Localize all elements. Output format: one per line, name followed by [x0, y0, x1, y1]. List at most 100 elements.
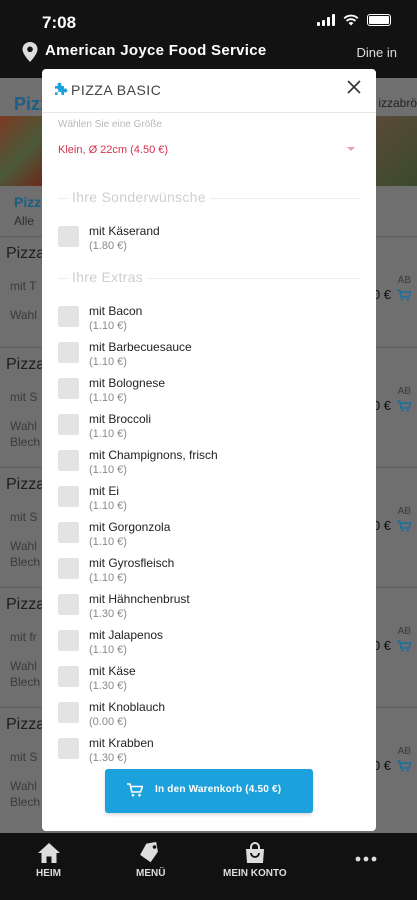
extra-option[interactable]: mit Hähnchenbrust (1.30 €) — [58, 592, 358, 626]
status-bar: 7:08 — [0, 0, 417, 40]
close-icon[interactable] — [346, 79, 362, 95]
add-to-cart-button[interactable]: In den Warenkorb (4.50 €) — [105, 769, 313, 813]
cart-icon[interactable] — [397, 640, 411, 652]
section-extras: Ihre Extras — [58, 269, 360, 289]
bg-row-desc: mit S — [10, 510, 38, 524]
chevron-down-icon — [347, 147, 355, 151]
restaurant-name: American Joyce Food Service — [45, 42, 267, 59]
option-name: mit Knoblauch — [89, 700, 166, 714]
home-icon — [37, 843, 60, 863]
option-name: mit Jalapenos — [89, 628, 164, 642]
add-to-cart-label: In den Warenkorb (4.50 €) — [155, 784, 282, 795]
cart-icon[interactable] — [397, 760, 411, 772]
extra-option[interactable]: mit Jalapenos (1.10 €) — [58, 628, 358, 662]
bg-row-ab: AB — [397, 275, 411, 286]
signal-icon — [317, 14, 335, 26]
option-name: mit Bacon — [89, 304, 143, 318]
extra-option[interactable]: mit Gorgonzola (1.10 €) — [58, 520, 358, 554]
cart-icon[interactable] — [397, 400, 411, 412]
cart-icon[interactable] — [397, 289, 411, 301]
size-select-value: Klein, Ø 22cm (4.50 €) — [58, 144, 169, 156]
dine-mode-toggle[interactable]: Dine in — [357, 45, 397, 60]
status-icons — [317, 14, 391, 26]
shopping-bag-icon — [245, 842, 264, 863]
bg-row-desc: mit S — [10, 390, 38, 404]
tab-menu[interactable]: MENÜ — [136, 842, 165, 879]
battery-icon — [367, 14, 391, 26]
bg-row-name: Pizza — [6, 596, 46, 613]
wifi-icon — [343, 14, 359, 26]
extra-option[interactable]: mit Broccoli (1.10 €) — [58, 412, 358, 446]
checkbox[interactable] — [58, 630, 79, 651]
checkbox[interactable] — [58, 414, 79, 435]
option-price: (1.80 €) — [89, 240, 127, 252]
checkbox[interactable] — [58, 378, 79, 399]
bg-row-name: Pizza — [6, 716, 46, 733]
option-price: (1.30 €) — [89, 608, 127, 620]
bg-row-desc2: Wahl Blech — [10, 779, 41, 809]
section-title: Ihre Extras — [68, 269, 147, 285]
bg-pizza-image — [0, 116, 42, 186]
option-price: (0.00 €) — [89, 716, 127, 728]
checkbox[interactable] — [58, 558, 79, 579]
bg-row-name: Pizza — [6, 476, 46, 493]
option-price: (1.10 €) — [89, 464, 127, 476]
extra-option[interactable]: mit Champignons, frisch (1.10 €) — [58, 448, 358, 482]
bg-row-desc: mit T — [10, 279, 37, 293]
checkbox[interactable] — [58, 594, 79, 615]
checkbox[interactable] — [58, 666, 79, 687]
checkbox[interactable] — [58, 702, 79, 723]
tab-account-label: MEIN KONTO — [223, 868, 287, 879]
checkbox[interactable] — [58, 450, 79, 471]
size-label: Wählen Sie eine Größe — [58, 119, 162, 130]
bg-row-ab: AB — [397, 386, 411, 397]
option-name: mit Barbecuesauce — [89, 340, 192, 354]
cart-icon[interactable] — [397, 520, 411, 532]
option-price: (1.10 €) — [89, 356, 127, 368]
bg-row-desc2: Wahl Blech — [10, 419, 41, 449]
option-kaeserand[interactable]: mit Käserand (1.80 €) — [58, 224, 358, 258]
checkbox[interactable] — [58, 738, 79, 759]
option-name: mit Krabben — [89, 736, 154, 750]
modal-header: PIZZA BASIC — [42, 69, 376, 113]
checkbox[interactable] — [58, 342, 79, 363]
extra-option[interactable]: mit Krabben (1.30 €) — [58, 736, 358, 770]
extra-option[interactable]: mit Barbecuesauce (1.10 €) — [58, 340, 358, 374]
tab-home[interactable]: HEIM — [36, 842, 61, 879]
checkbox[interactable] — [58, 306, 79, 327]
bg-row-desc2: Wahl Blech — [10, 659, 41, 689]
location-pin-icon — [22, 42, 38, 62]
checkbox[interactable] — [58, 522, 79, 543]
option-price: (1.10 €) — [89, 392, 127, 404]
extra-option[interactable]: mit Käse (1.30 €) — [58, 664, 358, 698]
product-options-modal: PIZZA BASIC Wählen Sie eine Größe Klein,… — [42, 69, 376, 831]
checkbox[interactable] — [58, 486, 79, 507]
top-bar: 7:08 American Joyce Food Service Dine in — [0, 0, 417, 78]
option-name: mit Broccoli — [89, 412, 152, 426]
bg-pizza-image-right — [375, 116, 417, 186]
bg-right-title: izzabrö — [378, 96, 417, 110]
option-name: mit Champignons, frisch — [89, 448, 218, 462]
bg-row-desc: mit fr — [10, 630, 37, 644]
extra-option[interactable]: mit Bacon (1.10 €) — [58, 304, 358, 338]
checkbox[interactable] — [58, 226, 79, 247]
modal-title: PIZZA BASIC — [71, 82, 162, 98]
extra-option[interactable]: mit Knoblauch (0.00 €) — [58, 700, 358, 734]
option-price: (1.10 €) — [89, 572, 127, 584]
bg-alle-label: Alle — [14, 214, 35, 228]
bg-row-desc: mit S — [10, 750, 38, 764]
bg-row-desc2: Wahl — [10, 308, 37, 322]
bg-pizza-label: Pizz — [14, 194, 42, 210]
option-price: (1.30 €) — [89, 752, 127, 764]
option-price: (1.10 €) — [89, 536, 127, 548]
option-name: mit Hähnchenbrust — [89, 592, 190, 606]
size-select[interactable]: Klein, Ø 22cm (4.50 €) — [58, 139, 360, 167]
section-sonderwuensche: Ihre Sonderwünsche — [58, 189, 360, 209]
extra-option[interactable]: mit Ei (1.10 €) — [58, 484, 358, 518]
extra-option[interactable]: mit Gyrosfleisch (1.10 €) — [58, 556, 358, 590]
extra-option[interactable]: mit Bolognese (1.10 €) — [58, 376, 358, 410]
section-title: Ihre Sonderwünsche — [68, 189, 210, 205]
option-price: (1.10 €) — [89, 320, 127, 332]
more-icon[interactable] — [355, 856, 377, 862]
tab-account[interactable]: MEIN KONTO — [223, 842, 287, 879]
